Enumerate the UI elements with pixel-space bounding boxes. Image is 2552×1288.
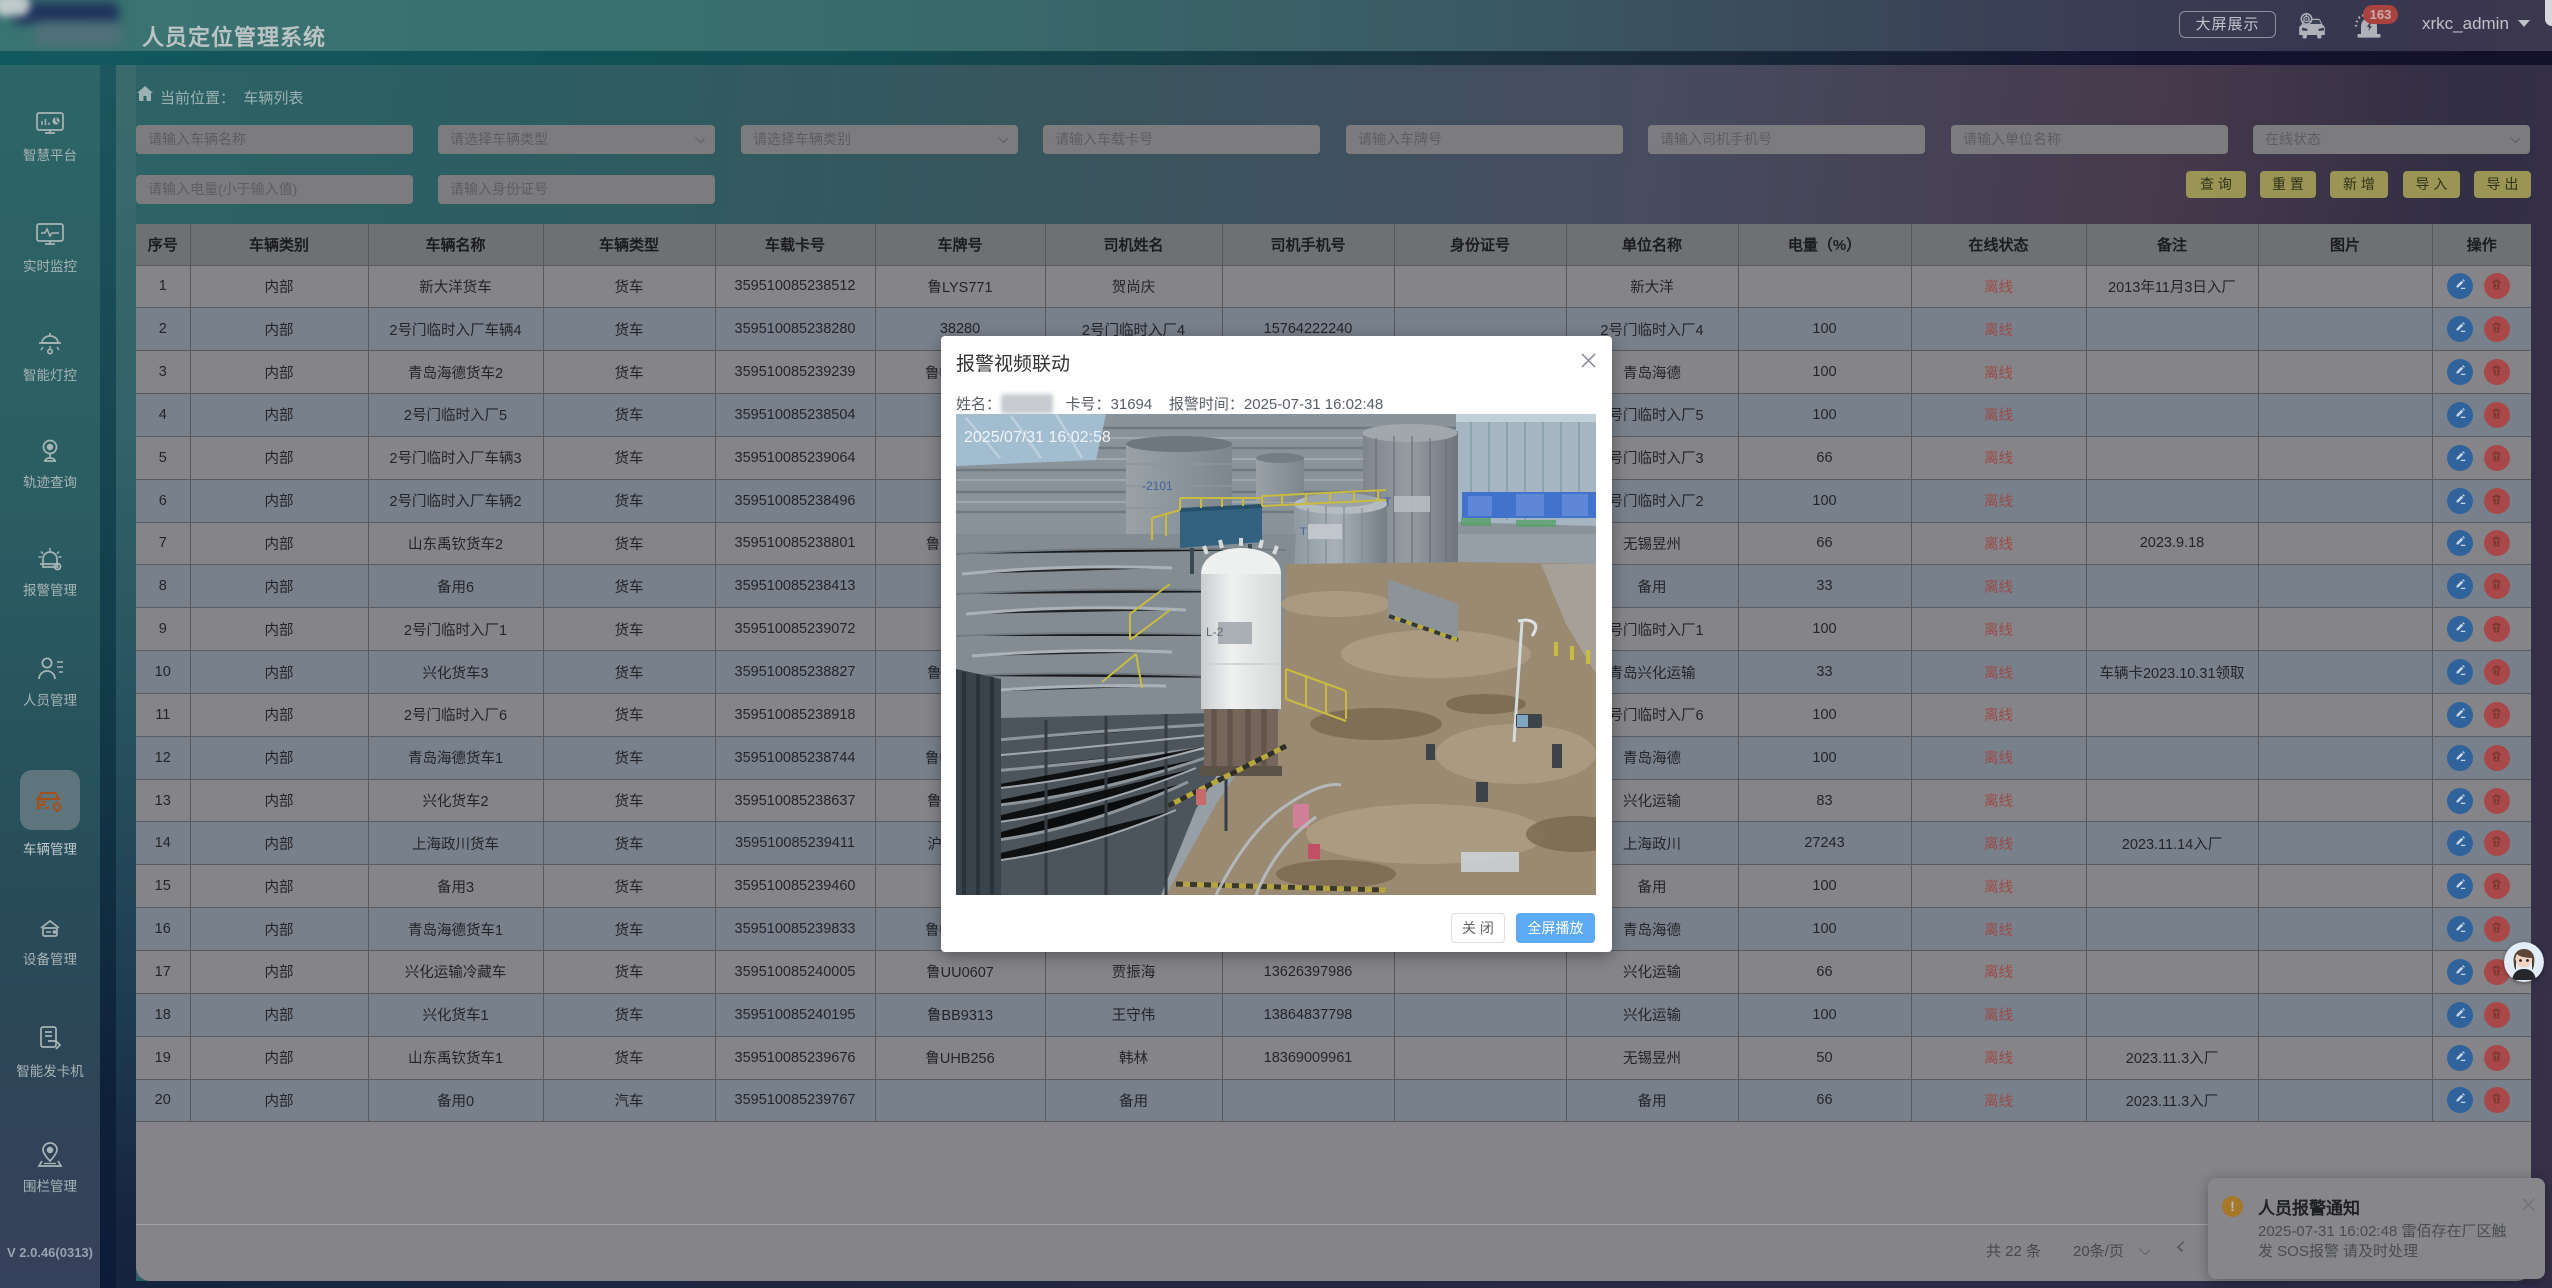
svg-text:T: T	[1300, 526, 1307, 538]
svg-text:2025/07/31 16:02:58: 2025/07/31 16:02:58	[964, 429, 1111, 446]
svg-text:L-2: L-2	[1206, 625, 1224, 639]
svg-text:-2101: -2101	[1142, 479, 1173, 493]
